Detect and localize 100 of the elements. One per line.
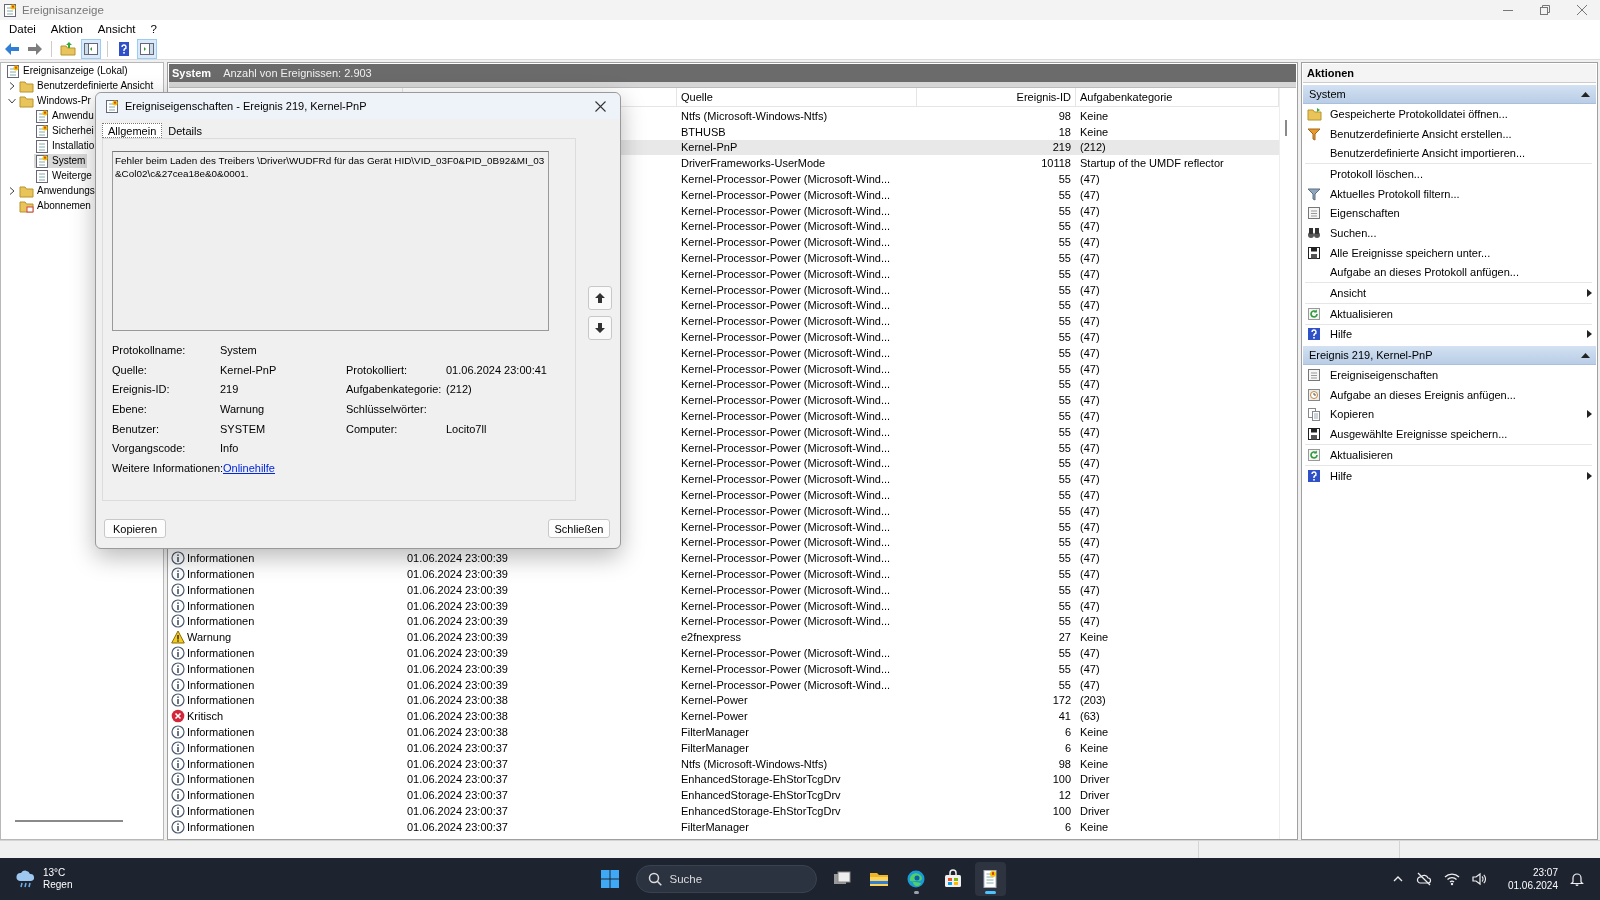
action-item[interactable]: Benutzerdefinierte Ansicht erstellen... <box>1305 123 1592 144</box>
table-cell: EnhancedStorage-EhStorTcgDrv <box>681 773 841 786</box>
menu-item[interactable]: Ansicht <box>90 23 144 35</box>
table-cell: 55 <box>1058 552 1071 565</box>
tab[interactable]: Allgemein <box>102 123 163 138</box>
table-cell: (47) <box>1080 173 1100 186</box>
taskbar-app-button[interactable] <box>974 862 1006 896</box>
table-cell: Kernel-Processor-Power (Microsoft-Wind... <box>681 410 891 423</box>
action-item[interactable]: Ausgewählte Ereignisse speichern... <box>1305 424 1592 444</box>
table-row[interactable]: Informationen 01.06.2024 23:00:37 Ntfs (Microsoft-Windows-Ntfs) 98 Keine <box>168 755 1279 772</box>
column-header[interactable]: Aufgabenkategorie <box>1076 88 1279 106</box>
table-row[interactable]: Informationen 01.06.2024 23:00:39 Kernel-Processor-Power (Microsoft-Wind... 55 (47) <box>168 613 1279 630</box>
table-cell: 55 <box>1058 204 1071 217</box>
table-row[interactable]: Informationen 01.06.2024 23:00:39 Kernel-Processor-Power (Microsoft-Wind... 55 (47) <box>168 676 1279 693</box>
action-item[interactable]: Aktuelles Protokoll filtern... <box>1305 183 1592 204</box>
table-cell: Informationen <box>187 568 255 580</box>
table-row[interactable]: Warnung 01.06.2024 23:00:39 e2fnexpress 27 Keine <box>168 629 1279 646</box>
column-header[interactable]: Quelle <box>677 88 917 106</box>
table-cell: Kernel-Processor-Power (Microsoft-Wind... <box>681 583 891 596</box>
table-cell: 01.06.2024 23:00:39 <box>407 631 508 644</box>
table-cell: Kernel-Processor-Power (Microsoft-Wind... <box>681 220 891 233</box>
table-cell: (47) <box>1080 599 1100 612</box>
action-item[interactable]: Hilfe <box>1305 464 1592 486</box>
action-item[interactable]: Aufgabe an dieses Ereignis anfügen... <box>1305 384 1592 405</box>
table-cell: Driver <box>1080 773 1110 786</box>
table-cell: 18 <box>1058 125 1071 138</box>
table-row[interactable]: Kritisch 01.06.2024 23:00:38 Kernel-Power 41 (63) <box>168 708 1279 725</box>
table-row[interactable]: Informationen 01.06.2024 23:00:37 FilterManager 6 Keine <box>168 818 1279 835</box>
field-value: SYSTEM <box>220 422 266 435</box>
search-field[interactable]: Suche <box>635 865 817 893</box>
table-row[interactable]: Informationen 01.06.2024 23:00:38 FilterManager 6 Keine <box>168 724 1279 740</box>
action-item[interactable]: Kopieren <box>1305 404 1592 425</box>
action-item[interactable]: Ereigniseigenschaften <box>1305 365 1592 385</box>
tree-item[interactable]: Weiterge <box>34 168 94 183</box>
table-cell: 01.06.2024 23:00:37 <box>407 773 508 786</box>
dialog-button[interactable]: Kopieren <box>104 519 166 538</box>
tree-item[interactable]: Benutzerdefinierte Ansicht <box>18 78 156 93</box>
tab[interactable]: Details <box>162 123 208 138</box>
bell-icon[interactable] <box>1570 872 1584 886</box>
cloud-offline-icon[interactable] <box>1415 872 1432 886</box>
table-row[interactable]: Informationen 01.06.2024 23:00:39 Kernel-Processor-Power (Microsoft-Wind... 55 (47) <box>168 660 1279 677</box>
tree-item[interactable]: Anwendu <box>34 108 96 123</box>
column-header[interactable]: Ereignis-ID <box>917 88 1076 106</box>
rain-cloud-icon <box>15 869 37 889</box>
scrollbar-thumb[interactable] <box>15 820 123 822</box>
chevron-icon[interactable] <box>7 185 17 196</box>
table-row[interactable]: Informationen 01.06.2024 23:00:39 Kernel-Processor-Power (Microsoft-Wind... 55 (47) <box>168 597 1279 614</box>
table-row[interactable]: Informationen 01.06.2024 23:00:39 Kernel-Processor-Power (Microsoft-Wind... 55 (47) <box>168 566 1279 582</box>
tree-pane-button[interactable] <box>81 38 101 59</box>
tree-item[interactable]: Ereignisanzeige (Lokal) <box>5 63 130 78</box>
table-row[interactable]: Informationen 01.06.2024 23:00:37 EnhancedStorage-EhStorTcgDrv 100 Driver <box>168 803 1279 819</box>
event-log-icon <box>980 869 1000 889</box>
action-item[interactable]: Alle Ereignisse speichern unter... <box>1305 242 1592 263</box>
action-item[interactable]: Eigenschaften <box>1305 203 1592 224</box>
action-item[interactable]: Suchen... <box>1305 223 1592 243</box>
table-row[interactable]: Informationen 01.06.2024 23:00:39 Kernel-Processor-Power (Microsoft-Wind... 55 (47) <box>168 581 1279 598</box>
tree-item[interactable]: System <box>34 153 88 168</box>
dialog-title: Ereigniseigenschaften - Ereignis 219, Kernel-PnP <box>125 100 367 112</box>
section-header[interactable]: System <box>1303 85 1596 104</box>
table-row[interactable]: Informationen 01.06.2024 23:00:39 Kernel-Processor-Power (Microsoft-Wind... 55 (47) <box>168 550 1279 567</box>
section-header[interactable]: Ereignis 219, Kernel-PnP <box>1303 346 1596 366</box>
action-item[interactable]: Aktualisieren <box>1305 444 1592 465</box>
scrollbar-thumb[interactable] <box>1285 120 1287 136</box>
message-field[interactable]: Fehler beim Laden des Treibers \Driver\WUDFRd für das Gerät HID\VID_03F0&PID_0B92&MI_03&Col02\c&27cea18e&0&0001. <box>112 151 549 331</box>
table-cell: 55 <box>1058 236 1071 249</box>
tree-item[interactable]: Sicherhei <box>34 123 96 138</box>
action-item[interactable]: Aufgabe an dieses Protokoll anfügen... <box>1305 262 1592 283</box>
table-row[interactable]: Informationen 01.06.2024 23:00:37 EnhancedStorage-EhStorTcgDrv 100 Driver <box>168 771 1279 788</box>
clock-icon <box>1307 387 1321 402</box>
tree-item[interactable]: Anwendungs <box>18 183 97 198</box>
tree-item[interactable]: Abonnemen <box>18 198 93 213</box>
menu-item[interactable]: Datei <box>2 23 44 35</box>
menu-item[interactable]: Aktion <box>43 23 91 35</box>
action-item[interactable]: Ansicht <box>1305 282 1592 303</box>
speaker-icon[interactable] <box>1471 872 1486 886</box>
action-item[interactable]: Gespeicherte Protokolldatei öffnen... <box>1305 104 1592 124</box>
tree-item[interactable]: Installatio <box>34 138 97 153</box>
table-row[interactable]: Informationen 01.06.2024 23:00:39 Kernel-Processor-Power (Microsoft-Wind... 55 (47) <box>168 645 1279 661</box>
chevron-icon[interactable] <box>7 80 17 91</box>
table-row[interactable]: Informationen 01.06.2024 23:00:37 FilterManager 6 Keine <box>168 739 1279 756</box>
wifi-icon[interactable] <box>1443 872 1460 886</box>
table-cell: 01.06.2024 23:00:37 <box>407 804 508 817</box>
event-log-icon <box>35 123 49 138</box>
clock[interactable]: 23:07 01.06.2024 <box>1507 866 1558 892</box>
action-item[interactable]: Benutzerdefinierte Ansicht importieren... <box>1305 143 1592 164</box>
menu-item[interactable]: ? <box>143 23 165 35</box>
table-row[interactable]: Informationen 01.06.2024 23:00:38 Kernel-Power 172 (203) <box>168 692 1279 709</box>
next-button[interactable] <box>588 316 612 340</box>
submenu-arrow-icon <box>1587 289 1592 298</box>
table-row[interactable]: Informationen 01.06.2024 23:00:37 EnhancedStorage-EhStorTcgDrv 12 Driver <box>168 787 1279 804</box>
table-cell: (47) <box>1080 220 1100 233</box>
action-item[interactable]: Protokoll löschen... <box>1305 163 1592 184</box>
action-label: Ansicht <box>1330 287 1367 300</box>
dialog-button[interactable]: Schließen <box>548 519 610 538</box>
action-item[interactable]: Aktualisieren <box>1305 302 1592 324</box>
previous-button[interactable] <box>588 286 612 310</box>
table-cell: 55 <box>1058 173 1071 186</box>
action-item[interactable]: Hilfe <box>1305 323 1592 345</box>
tree-item[interactable]: Windows-Pr <box>18 93 93 108</box>
action-pane-button[interactable] <box>137 38 157 59</box>
